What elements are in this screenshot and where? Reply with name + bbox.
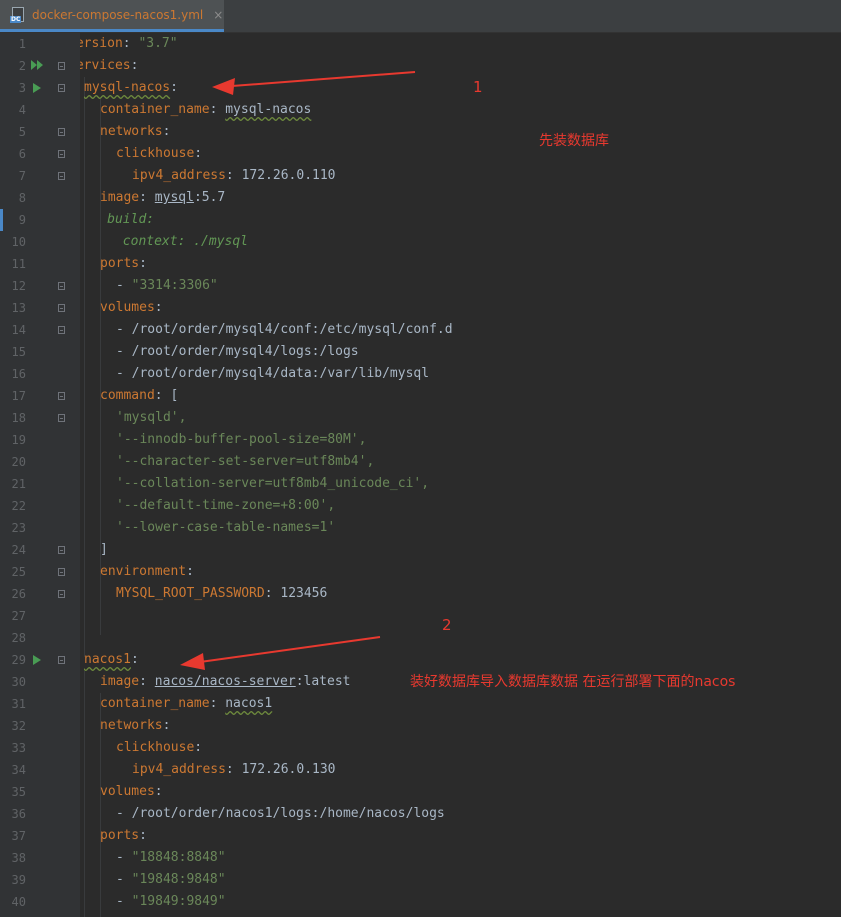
annotation-step-1-number: 1	[473, 78, 483, 96]
annotation-step-2-number: 2	[442, 616, 452, 634]
annotation-step-1-text: 先装数据库	[539, 133, 609, 149]
arrow-2-line	[199, 636, 381, 663]
arrow-1-head	[212, 78, 235, 95]
annotation-arrows	[180, 71, 416, 670]
arrow-1-line	[231, 71, 416, 87]
ide-window: DC docker-compose-nacos1.yml × 1 2 3 4 5…	[0, 0, 841, 917]
annotation-step-2-text: 装好数据库导入数据库数据 在运行部署下面的nacos	[410, 674, 736, 690]
arrow-2-head	[180, 653, 205, 670]
